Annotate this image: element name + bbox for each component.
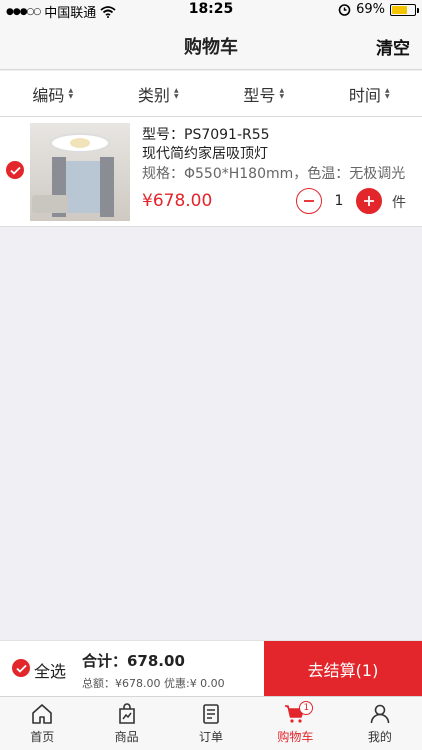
decrease-quantity-button[interactable] — [296, 188, 322, 214]
tab-label: 商品 — [114, 730, 139, 744]
window — [66, 161, 100, 213]
item-name[interactable]: 现代简约家居吸顶灯 — [142, 143, 268, 163]
sort-arrows-icon: ▲ ▼ — [279, 86, 285, 100]
sort-label: 类别 — [137, 85, 170, 105]
quantity-value[interactable]: 1 — [322, 193, 356, 209]
tab-label: 购物车 — [277, 730, 314, 744]
sort-by-time[interactable]: 时间 ▲ ▼ — [317, 71, 422, 116]
nav-bar: 购物车 清空 — [0, 20, 422, 70]
product-image[interactable] — [30, 123, 130, 221]
increase-quantity-button[interactable] — [356, 188, 382, 214]
sort-label: 编码 — [32, 85, 65, 105]
sort-bar: 编码 ▲ ▼ 类别 ▲ ▼ 型号 ▲ ▼ 时间 ▲ ▼ — [0, 71, 422, 117]
ceiling-lamp-illustration — [50, 133, 110, 153]
status-bar: ●●●○○ 中国联通 18:25 69% — [0, 0, 422, 21]
tab-profile[interactable]: 我的 — [338, 697, 422, 750]
curtain-right — [100, 157, 114, 217]
item-price: ¥678.00 — [142, 191, 213, 211]
sort-arrows-icon: ▲ ▼ — [173, 86, 179, 100]
item-select-checkbox[interactable] — [6, 161, 24, 179]
tab-label: 订单 — [199, 730, 224, 744]
tab-home[interactable]: 首页 — [0, 697, 84, 750]
tab-orders[interactable]: 订单 — [169, 697, 253, 750]
item-spec: 规格：Φ550*H180mm，色温：无极调光 — [142, 166, 406, 182]
goods-icon — [118, 703, 135, 724]
tab-label: 首页 — [30, 730, 55, 744]
tab-bar: 首页 商品 订单 1 购物车 我的 — [0, 696, 422, 750]
alarm-icon — [338, 4, 351, 16]
checkout-bar: 全选 合计：678.00 总额：¥678.00 优惠:¥ 0.00 去结算(1) — [0, 640, 422, 697]
quantity-unit: 件 — [392, 195, 406, 211]
plus-icon — [364, 196, 374, 206]
sort-arrows-icon: ▲ ▼ — [68, 86, 74, 100]
check-icon — [15, 664, 27, 673]
total-detail: 总额：¥678.00 优惠:¥ 0.00 — [82, 677, 225, 690]
total-amount: 合计：678.00 — [82, 652, 185, 670]
sort-by-model[interactable]: 型号 ▲ ▼ — [211, 71, 317, 116]
sort-by-category[interactable]: 类别 ▲ ▼ — [106, 71, 212, 116]
page-title: 购物车 — [184, 37, 238, 58]
cart-item: 型号：PS7091-R55 现代简约家居吸顶灯 规格：Φ550*H180mm，色… — [0, 117, 422, 227]
sort-arrows-icon: ▲ ▼ — [384, 86, 390, 100]
status-bar-right: 69% — [338, 2, 419, 17]
sort-label: 时间 — [348, 85, 381, 105]
select-all-label[interactable]: 全选 — [34, 658, 66, 682]
check-icon — [9, 166, 21, 175]
checkout-button[interactable]: 去结算(1) — [264, 641, 422, 697]
sort-by-code[interactable]: 编码 ▲ ▼ — [0, 71, 106, 116]
minus-icon — [304, 200, 314, 202]
select-all-checkbox[interactable] — [12, 659, 30, 677]
tab-goods[interactable]: 商品 — [84, 697, 168, 750]
sofa — [32, 195, 68, 213]
tab-cart[interactable]: 1 购物车 — [253, 697, 337, 750]
cart-count-badge: 1 — [299, 701, 314, 715]
battery-icon — [390, 3, 419, 16]
home-icon — [32, 704, 53, 724]
battery-percent: 69% — [356, 2, 385, 17]
profile-icon — [370, 704, 390, 724]
clear-cart-button[interactable]: 清空 — [376, 34, 410, 59]
sort-label: 型号 — [243, 85, 276, 105]
quantity-stepper: 1 — [296, 188, 382, 214]
item-model: 型号：PS7091-R55 — [142, 127, 270, 143]
order-icon — [203, 704, 219, 724]
tab-label: 我的 — [367, 730, 392, 744]
